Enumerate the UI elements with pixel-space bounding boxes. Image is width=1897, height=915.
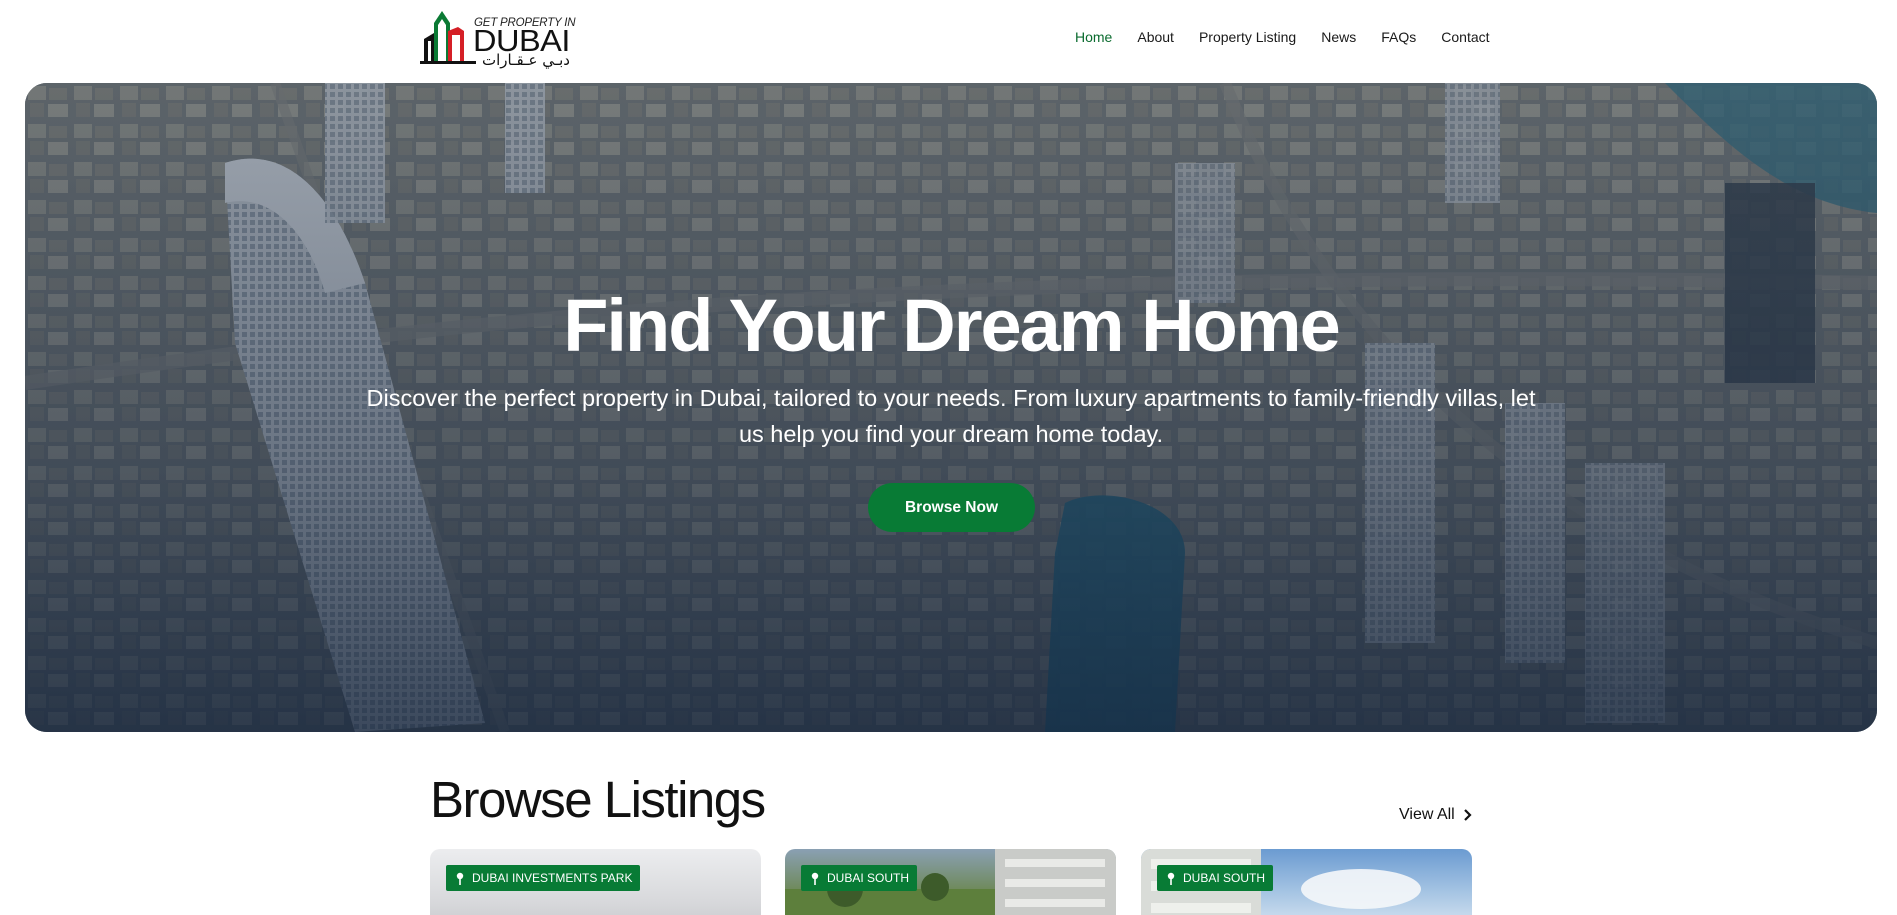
browse-listings-heading: Browse Listings: [430, 771, 766, 828]
listing-card[interactable]: DUBAI SOUTH: [1141, 849, 1472, 915]
location-pin-icon: [1167, 872, 1175, 885]
nav-faqs[interactable]: FAQs: [1381, 29, 1416, 45]
nav-home[interactable]: Home: [1075, 29, 1112, 45]
location-pin-icon: [456, 872, 464, 885]
chevron-right-icon: [1463, 809, 1472, 821]
location-label: DUBAI SOUTH: [1183, 871, 1266, 885]
hero-section: Find Your Dream Home Discover the perfec…: [25, 83, 1877, 732]
location-label: DUBAI INVESTMENTS PARK: [472, 871, 633, 885]
site-header: GET PROPERTY IN DUBAI دبـي عـقـارات Home…: [0, 0, 1897, 83]
listing-card[interactable]: DUBAI SOUTH: [785, 849, 1116, 915]
main-nav: Home About Property Listing News FAQs Co…: [1075, 29, 1490, 45]
skyline-logo-icon: [420, 11, 476, 64]
location-badge: DUBAI INVESTMENTS PARK: [446, 865, 641, 891]
nav-contact[interactable]: Contact: [1441, 29, 1489, 45]
hero-subtitle: Discover the perfect property in Dubai, …: [366, 385, 1536, 447]
nav-property-listing[interactable]: Property Listing: [1199, 29, 1296, 45]
logo-arabic: دبـي عـقـارات: [482, 51, 570, 69]
view-all-link[interactable]: View All: [1399, 806, 1472, 824]
site-logo[interactable]: GET PROPERTY IN DUBAI دبـي عـقـارات: [420, 9, 576, 69]
listing-card[interactable]: DUBAI INVESTMENTS PARK: [430, 849, 761, 915]
browse-now-button[interactable]: Browse Now: [868, 483, 1035, 532]
location-pin-icon: [811, 872, 819, 885]
location-badge: DUBAI SOUTH: [801, 865, 918, 891]
nav-about[interactable]: About: [1137, 29, 1174, 45]
hero-title: Find Your Dream Home: [563, 284, 1341, 367]
nav-news[interactable]: News: [1321, 29, 1356, 45]
location-badge: DUBAI SOUTH: [1157, 865, 1274, 891]
location-label: DUBAI SOUTH: [827, 871, 910, 885]
view-all-label: View All: [1399, 806, 1455, 823]
